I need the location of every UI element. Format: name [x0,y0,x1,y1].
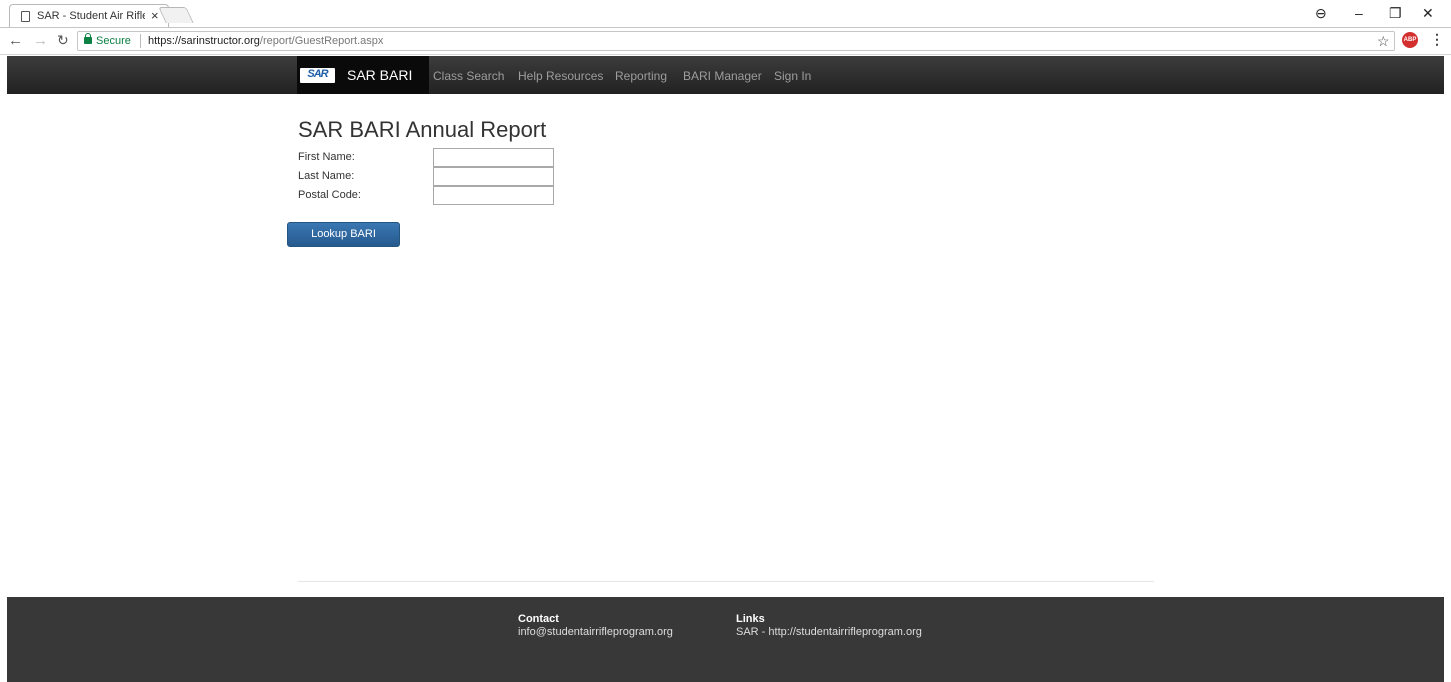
nav-help-resources[interactable]: Help Resources [518,69,603,83]
browser-tab[interactable]: SAR - Student Air Riflery × [9,4,169,28]
nav-bari-manager[interactable]: BARI Manager [683,69,762,83]
back-arrow-icon[interactable]: ← [8,32,23,49]
window-close-icon[interactable]: ✕ [1422,5,1434,22]
address-bar[interactable]: Secure https://sarinstructor.org/report/… [77,31,1395,51]
forward-arrow-icon[interactable]: → [33,32,48,49]
browser-toolbar: ← → ↻ Secure https://sarinstructor.org/r… [0,28,1451,55]
url-text[interactable]: https://sarinstructor.org/report/GuestRe… [148,35,383,47]
postal-code-input[interactable] [433,186,554,205]
page-icon [21,11,30,22]
restore-icon[interactable]: ❐ [1389,5,1402,22]
profile-icon[interactable]: ⊖ [1315,5,1327,22]
reload-icon[interactable]: ↻ [57,32,69,49]
browser-tab-strip: SAR - Student Air Riflery × ⊖ – ❐ ✕ [0,0,1451,28]
lock-icon [84,33,92,44]
nav-sign-in[interactable]: Sign In [774,69,811,83]
lookup-bari-button[interactable]: Lookup BARI [287,222,400,247]
footer-contact-email[interactable]: info@studentairrifleprogram.org [518,626,673,638]
first-name-label: First Name: [298,151,355,163]
nav-class-search[interactable]: Class Search [433,69,504,83]
footer-links-heading: Links [736,613,765,625]
brand-name: SAR BARI [347,67,413,83]
footer-contact-heading: Contact [518,613,559,625]
tab-title: SAR - Student Air Riflery [37,10,145,22]
site-navbar: SAR SAR BARI Class Search Help Resources… [7,56,1444,94]
site-footer: Contact info@studentairrifleprogram.org … [7,597,1444,682]
minimize-icon[interactable]: – [1355,5,1363,21]
url-path: /report/GuestReport.aspx [259,35,384,47]
bookmark-star-icon[interactable]: ☆ [1377,33,1390,50]
footer-divider [298,581,1154,582]
address-separator [140,34,141,48]
tab-close-icon[interactable]: × [151,8,159,23]
first-name-input[interactable] [433,148,554,167]
sar-logo: SAR [300,68,335,83]
browser-menu-icon[interactable]: ⋮ [1430,31,1444,48]
last-name-input[interactable] [433,167,554,186]
brand-link[interactable]: SAR SAR BARI [297,56,429,94]
last-name-label: Last Name: [298,170,355,182]
footer-sar-link[interactable]: SAR - http://studentairrifleprogram.org [736,626,922,638]
url-host: https://sarinstructor.org [148,35,260,47]
secure-label: Secure [96,35,131,47]
nav-reporting[interactable]: Reporting [615,69,667,83]
postal-code-label: Postal Code: [298,189,361,201]
adblock-icon[interactable]: ABP [1402,32,1418,48]
page-title: SAR BARI Annual Report [298,117,547,142]
